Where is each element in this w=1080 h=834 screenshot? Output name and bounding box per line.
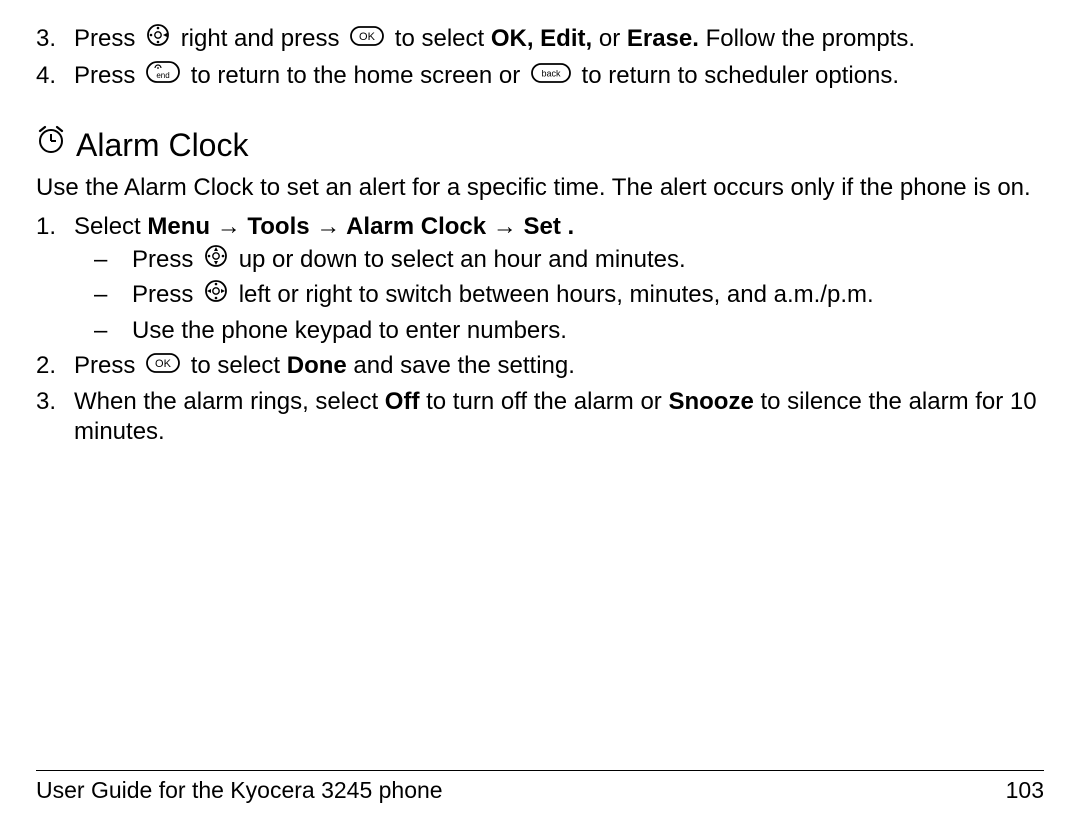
text: Press (132, 246, 200, 273)
text: to turn off the alarm or (426, 388, 668, 415)
bold-done: Done (287, 352, 347, 379)
nav-left-right-icon (204, 279, 228, 310)
text: left or right to switch between hours, m… (239, 281, 874, 308)
intro-text: Use the Alarm Clock to set an alert for … (36, 173, 1044, 202)
text: right and press (181, 25, 346, 52)
alarm-clock-heading: Alarm Clock (36, 126, 1044, 165)
text: Press (132, 281, 200, 308)
step-number: 4. (36, 61, 74, 90)
text: to return to the home screen or (191, 62, 527, 89)
page: 3. Press right and press OK to select OK… (0, 0, 1080, 834)
text: to return to scheduler options. (582, 62, 900, 89)
ok-button-icon: OK (146, 351, 180, 380)
text: to select (395, 25, 491, 52)
menu-path-set: Set (523, 213, 560, 240)
text: to select (191, 352, 287, 379)
step-3: 3. Press right and press OK to select OK… (36, 24, 1044, 55)
arrow: → (316, 213, 346, 240)
text: Select (74, 213, 147, 240)
sub-steps: – Press up or down to select an hour and… (74, 245, 1044, 345)
text: Press (74, 62, 142, 89)
svg-text:back: back (541, 69, 561, 79)
end-button-icon: end (146, 61, 180, 90)
svg-text:OK: OK (155, 358, 172, 370)
text: and save the setting. (353, 352, 574, 379)
bold-text: OK, Edit, (491, 25, 592, 52)
sub-body: Press left or right to switch between ho… (132, 280, 1044, 311)
dash: – (94, 316, 132, 345)
ok-button-icon: OK (350, 24, 384, 53)
arrow: → (493, 213, 524, 240)
period: . (568, 213, 575, 240)
alarm-steps-list: 1. Select Menu → Tools → Alarm Clock → S… (36, 212, 1044, 446)
page-footer: User Guide for the Kyocera 3245 phone 10… (36, 770, 1044, 804)
dash: – (94, 245, 132, 274)
text: Follow the prompts. (706, 25, 915, 52)
sub-body: Use the phone keypad to enter numbers. (132, 316, 1044, 345)
step-body: Press right and press OK to select OK, E… (74, 24, 1044, 55)
bold-snooze: Snooze (668, 388, 753, 415)
step-body: Press end to return to the home screen o… (74, 61, 1044, 91)
nav-up-down-icon (204, 244, 228, 275)
arrow: → (217, 213, 248, 240)
svg-text:end: end (156, 71, 169, 80)
svg-text:OK: OK (359, 31, 376, 43)
menu-path-menu: Menu (147, 213, 210, 240)
bold-text: Erase. (627, 25, 699, 52)
menu-path-tools: Tools (247, 213, 309, 240)
nav-right-icon (146, 23, 170, 54)
sub-step-a: – Press up or down to select an hour and… (94, 245, 1044, 276)
dash: – (94, 280, 132, 309)
text: When the alarm rings, select (74, 388, 385, 415)
step-4: 4. Press end to return to the home scree… (36, 61, 1044, 91)
alarm-step-1: 1. Select Menu → Tools → Alarm Clock → S… (36, 212, 1044, 345)
back-button-icon: back (531, 61, 571, 90)
sub-step-c: – Use the phone keypad to enter numbers. (94, 316, 1044, 345)
alarm-step-2: 2. Press OK to select Done and save the … (36, 351, 1044, 381)
text: up or down to select an hour and minutes… (239, 246, 686, 273)
step-number: 2. (36, 351, 74, 380)
text: Press (74, 352, 142, 379)
footer-left: User Guide for the Kyocera 3245 phone (36, 777, 443, 804)
step-body: When the alarm rings, select Off to turn… (74, 387, 1044, 446)
text: Use the phone keypad to enter numbers. (132, 317, 567, 344)
content-area: 3. Press right and press OK to select OK… (36, 24, 1044, 446)
text: Press (74, 25, 142, 52)
alarm-step-3: 3. When the alarm rings, select Off to t… (36, 387, 1044, 446)
footer-page-number: 103 (1006, 777, 1044, 804)
prev-steps-list: 3. Press right and press OK to select OK… (36, 24, 1044, 92)
step-number: 1. (36, 212, 74, 241)
heading-text: Alarm Clock (76, 126, 248, 165)
alarm-clock-icon (36, 125, 66, 164)
sub-step-b: – Press left or right to switch between … (94, 280, 1044, 311)
text: or (599, 25, 627, 52)
step-number: 3. (36, 387, 74, 416)
step-body: Press OK to select Done and save the set… (74, 351, 1044, 381)
step-number: 3. (36, 24, 74, 53)
step-body: Select Menu → Tools → Alarm Clock → Set … (74, 212, 1044, 345)
sub-body: Press up or down to select an hour and m… (132, 245, 1044, 276)
menu-path-alarm-clock: Alarm Clock (346, 213, 486, 240)
bold-off: Off (385, 388, 420, 415)
